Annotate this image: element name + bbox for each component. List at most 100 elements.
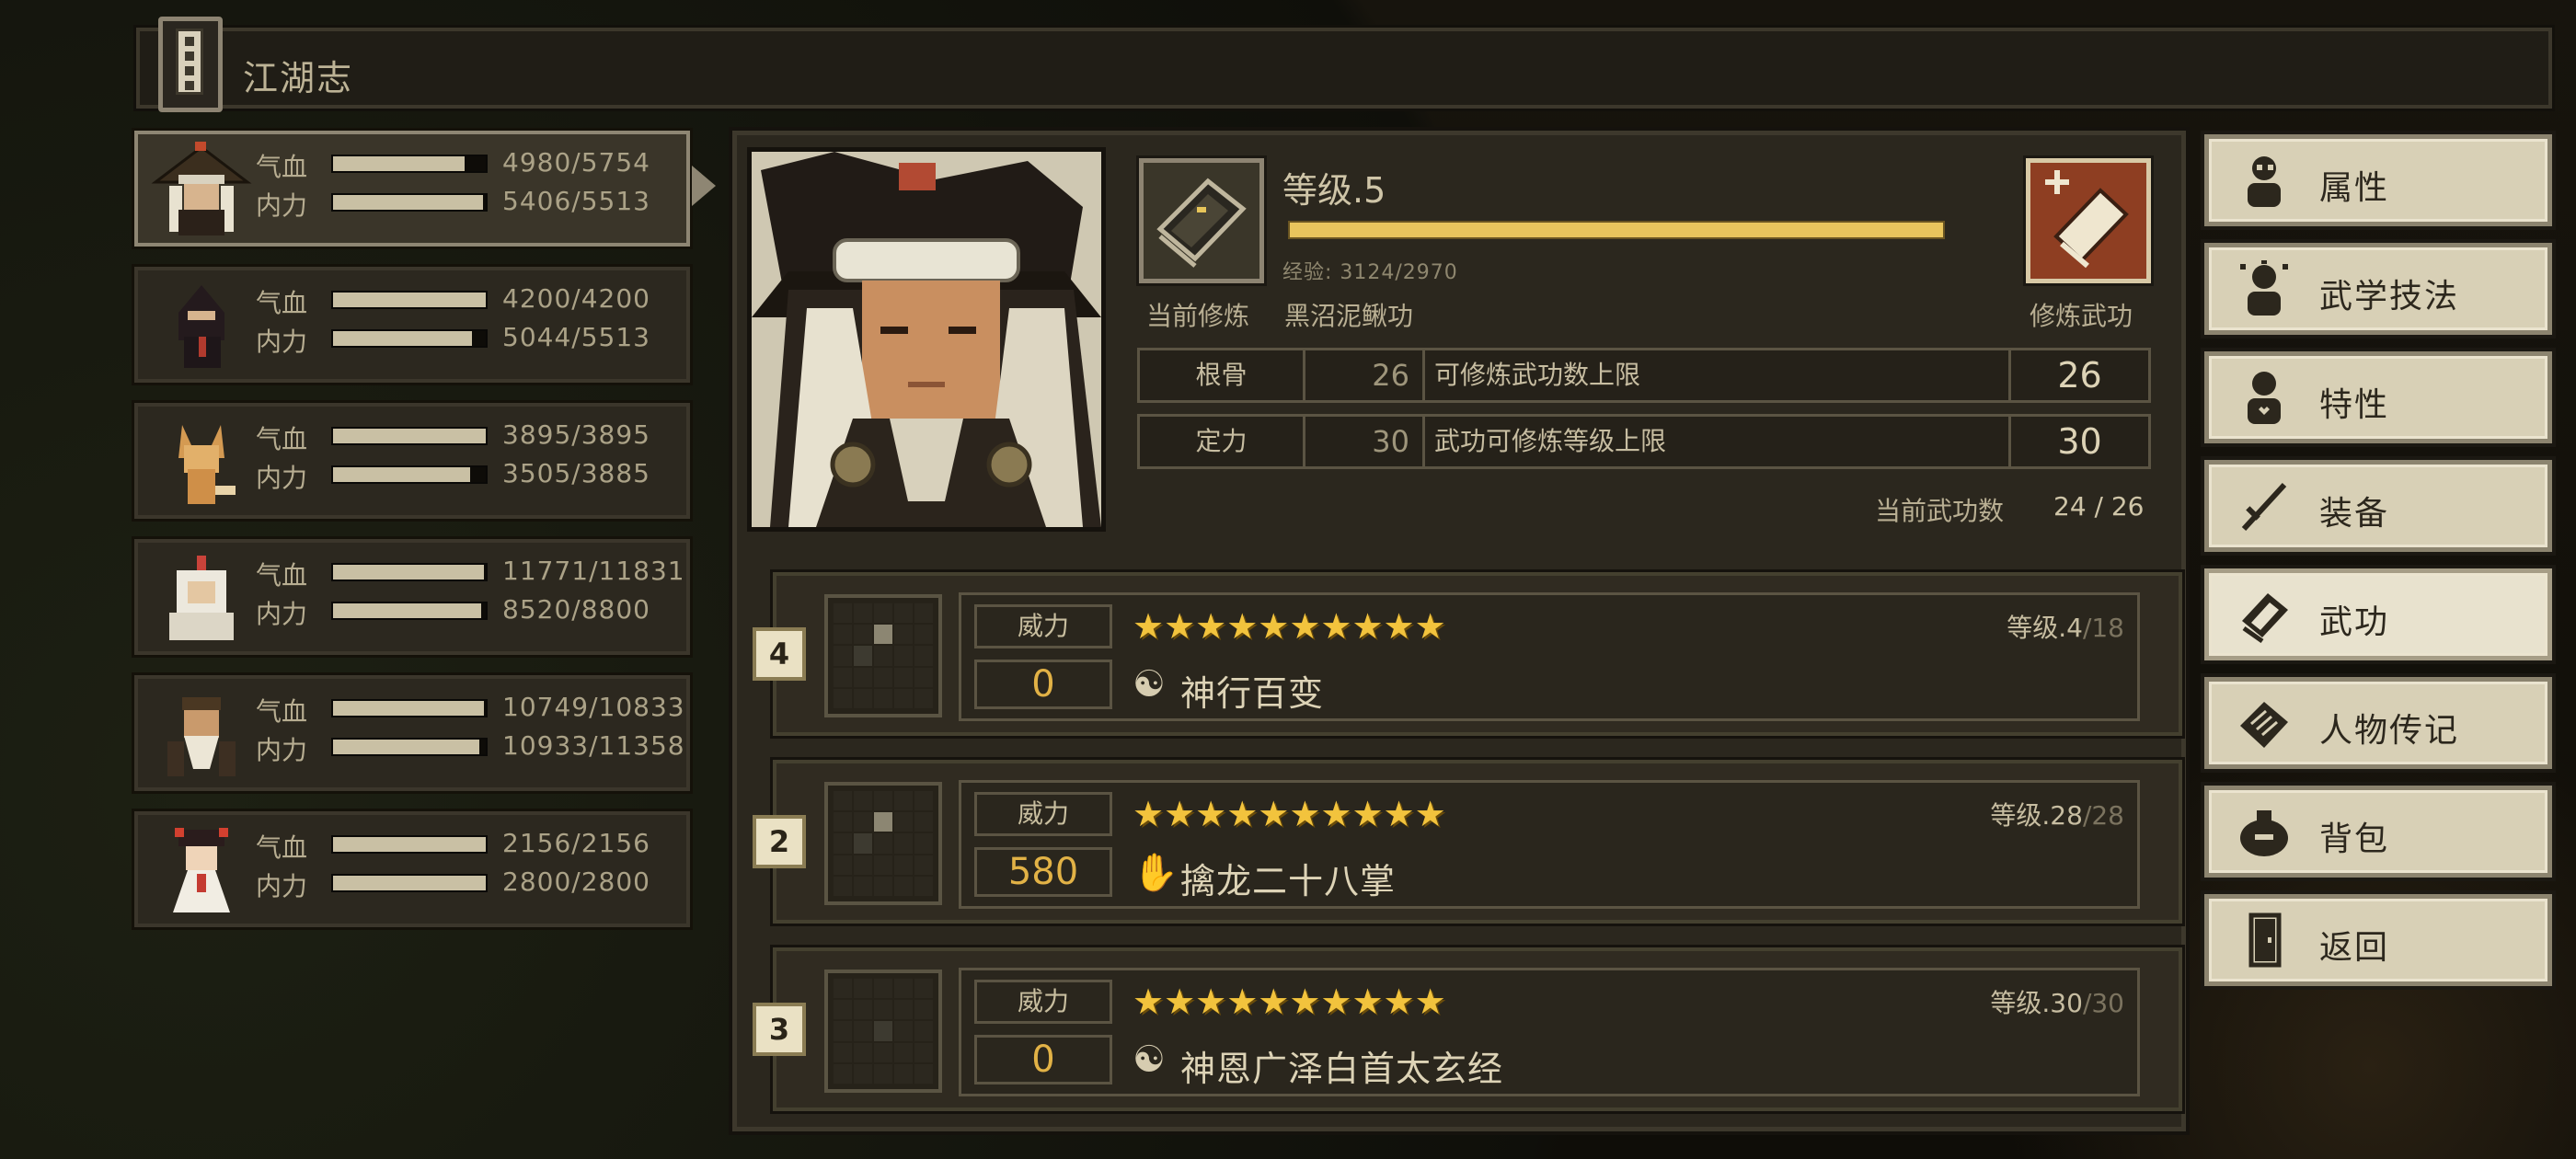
skill-stars: ★★★★★★★★★★ (1133, 981, 1446, 1022)
current-skill-book-icon (1139, 158, 1264, 283)
hp-bar (331, 835, 488, 854)
skill-stars: ★★★★★★★★★★ (1133, 794, 1446, 834)
practice-skill-button[interactable] (2026, 158, 2151, 283)
menu-label: 装备 (2319, 495, 2390, 533)
mp-label: 内力 (256, 463, 308, 493)
skill-card-1[interactable]: 4 威力 0 ★★★★★★★★★★ 等级.4/18 ☯ 神行百变 (753, 572, 2182, 736)
power-value: 0 (974, 1035, 1112, 1084)
title-bar: 江湖志 (136, 28, 2552, 109)
stat-key: 根骨 (1140, 350, 1305, 400)
current-practice-label: 当前修炼 (1146, 301, 1250, 331)
mp-value: 10933/11358 (502, 730, 685, 761)
door-icon (2248, 912, 2282, 968)
menu-biography-button[interactable]: 人物传记 (2204, 677, 2552, 769)
stat-value: 30 (1305, 417, 1425, 466)
skill-card-2[interactable]: 2 威力 580 ★★★★★★★★★★ 等级.28/28 ✋ 擒龙二十八掌 (753, 760, 2182, 924)
stat-result: 26 (2008, 350, 2148, 400)
hp-bar (331, 563, 488, 581)
mp-label: 内力 (256, 735, 308, 765)
stat-row-gengu: 根骨 26 可修炼武功数上限 26 (1137, 348, 2151, 403)
mp-bar (331, 193, 488, 212)
current-practice-skill: 黑沼泥鳅功 (1284, 301, 1414, 331)
level-text: 等级.5 (1282, 170, 1386, 211)
stat-value: 26 (1305, 350, 1425, 400)
hp-label: 气血 (256, 696, 308, 727)
trait-icon (2248, 372, 2281, 424)
yin-yang-icon: ☯ (1133, 1039, 1166, 1081)
character-card-5[interactable]: 气血 内力 10749/10833 10933/11358 (134, 675, 690, 791)
stat-row-dingli: 定力 30 武功可修炼等级上限 30 (1137, 414, 2151, 469)
skill-level: 等级.4/18 (2007, 613, 2124, 643)
hp-bar (331, 291, 488, 309)
skill-slot-badge: 3 (753, 1003, 806, 1056)
menu-label: 特性 (2319, 386, 2390, 424)
menu-back-button[interactable]: 返回 (2204, 894, 2552, 986)
hp-bar (331, 699, 488, 717)
skill-level: 等级.30/30 (1990, 988, 2124, 1018)
hp-label: 气血 (256, 288, 308, 318)
menu-attributes-button[interactable]: 属性 (2204, 134, 2552, 226)
character-avatar-elder-woman (169, 556, 234, 640)
mp-label: 内力 (256, 327, 308, 357)
power-value: 0 (974, 660, 1112, 709)
menu-equipment-button[interactable]: 装备 (2204, 460, 2552, 552)
mp-value: 3505/3885 (502, 458, 650, 488)
skill-slot-badge: 2 (753, 815, 806, 868)
practice-plus-book-icon (2045, 170, 2129, 269)
character-card-2[interactable]: 气血 内力 4200/4200 5044/5513 (134, 267, 690, 383)
character-avatar-fox (178, 425, 236, 504)
mp-value: 5406/5513 (502, 186, 650, 216)
power-label: 威力 (974, 980, 1112, 1024)
palm-icon: ✋ (1133, 852, 1179, 894)
experience-bar (1288, 221, 1945, 239)
stat-key: 定力 (1140, 417, 1305, 466)
mp-label: 内力 (256, 190, 308, 221)
stat-result: 30 (2008, 417, 2148, 466)
skill-count-value: 24 / 26 (2053, 491, 2145, 522)
skill-grid-icon (824, 970, 942, 1093)
hp-value: 4200/4200 (502, 283, 650, 314)
skill-stars: ★★★★★★★★★★ (1133, 606, 1446, 647)
menu-label: 属性 (2319, 169, 2390, 207)
menu-martial-techniques-button[interactable]: 武学技法 (2204, 243, 2552, 335)
character-card-1[interactable]: 气血 内力 4980/5754 5406/5513 (134, 131, 690, 247)
menu-label: 人物传记 (2319, 712, 2460, 750)
power-value: 580 (974, 847, 1112, 897)
selected-arrow-icon (692, 166, 716, 206)
hp-value: 10749/10833 (502, 692, 685, 722)
mp-bar (331, 465, 488, 484)
menu-traits-button[interactable]: 特性 (2204, 351, 2552, 443)
character-card-6[interactable]: 气血 内力 2156/2156 2800/2800 (134, 811, 690, 927)
hp-value: 11771/11831 (502, 556, 685, 586)
mp-value: 2800/2800 (502, 866, 650, 897)
hp-label: 气血 (256, 424, 308, 454)
page-title: 江湖志 (243, 58, 354, 98)
menu-skills-button[interactable]: 武功 (2204, 568, 2552, 660)
practice-skill-label: 修炼武功 (2030, 301, 2133, 331)
skill-name: 神恩广泽白首太玄经 (1180, 1049, 1504, 1089)
character-card-3[interactable]: 气血 内力 3895/3895 3505/3885 (134, 403, 690, 519)
martial-icon (2240, 260, 2288, 316)
menu-bag-button[interactable]: 背包 (2204, 786, 2552, 878)
mp-value: 8520/8800 (502, 594, 650, 625)
skill-grid-icon (824, 594, 942, 717)
stat-desc: 武功可修炼等级上限 (1434, 426, 1667, 456)
hp-value: 2156/2156 (502, 828, 650, 858)
character-avatar-bearded-master (167, 697, 236, 776)
mp-label: 内力 (256, 599, 308, 629)
hp-value: 3895/3895 (502, 419, 650, 450)
skill-name: 擒龙二十八掌 (1180, 861, 1397, 901)
hp-value: 4980/5754 (502, 147, 650, 178)
bag-icon (2240, 810, 2288, 856)
skill-slot-badge: 4 (753, 627, 806, 681)
skill-level: 等级.28/28 (1990, 800, 2124, 831)
power-label: 威力 (974, 604, 1112, 648)
experience-text: 经验: 3124/2970 (1282, 261, 1458, 284)
journal-book-icon (158, 17, 223, 112)
hp-bar (331, 427, 488, 445)
character-avatar-swordsman (151, 142, 252, 235)
skill-card-3[interactable]: 3 威力 0 ★★★★★★★★★★ 等级.30/30 ☯ 神恩广泽白首太玄经 (753, 947, 2182, 1111)
character-card-4[interactable]: 气血 内力 11771/11831 8520/8800 (134, 539, 690, 655)
skill-grid-icon (824, 782, 942, 905)
skill-count-label: 当前武功数 (1875, 496, 2005, 526)
